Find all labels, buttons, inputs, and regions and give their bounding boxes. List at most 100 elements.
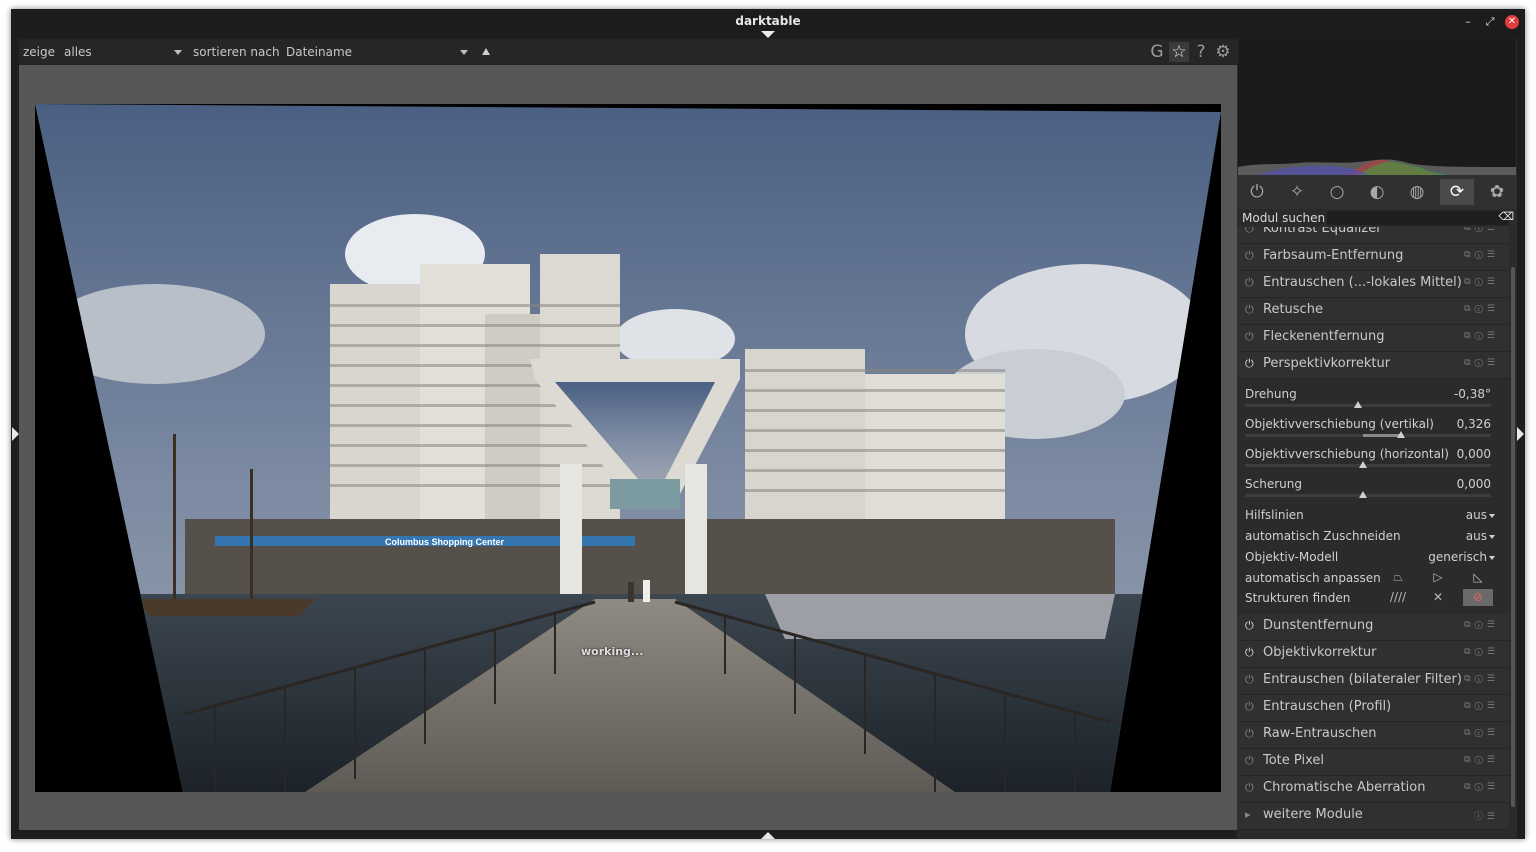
fit-both-icon[interactable]: ◺ (1463, 569, 1493, 586)
color-icon[interactable]: ◍ (1400, 179, 1434, 205)
module-actions-icon[interactable]: ⧉ⓘ☰ (1464, 227, 1499, 233)
module-perspektivkorrektur[interactable]: ⏻ Perspektivkorrektur ⧉ⓘ☰ (1237, 352, 1509, 379)
module-list-scrollbar[interactable] (1511, 267, 1515, 807)
maximize-icon[interactable]: ⤢ (1483, 15, 1497, 29)
power-icon[interactable]: ⏻ (1245, 227, 1254, 236)
module-entrauschen-bilateral[interactable]: ⏻ Entrauschen (bilateraler Filter) ⧉ⓘ☰ (1237, 668, 1509, 695)
darkroom-center-view[interactable]: Columbus Shopping Center working... (19, 65, 1237, 830)
more-actions-icon[interactable]: ⓘ☰ (1474, 809, 1499, 822)
lens-shift-horizontal-slider[interactable]: Objektivverschiebung (horizontal) 0,000 (1237, 445, 1509, 475)
filter-toolbar: zeige alles sortieren nach Dateiname G ☆… (19, 39, 1237, 65)
module-actions-icon[interactable]: ⧉ⓘ☰ (1464, 674, 1499, 684)
correct-icon[interactable]: ⟳ (1440, 179, 1474, 205)
star-icon[interactable]: ✧ (1280, 179, 1314, 205)
module-raw-entrauschen[interactable]: ⏻ Raw-Entrauschen ⧉ⓘ☰ (1237, 722, 1509, 749)
guides-select[interactable]: Hilfslinien aus (1237, 505, 1509, 526)
module-actions-icon[interactable]: ⧉ⓘ☰ (1464, 620, 1499, 630)
clear-search-icon[interactable]: ⌫ (1498, 210, 1514, 223)
chevron-down-icon[interactable] (1489, 556, 1495, 560)
edited-photo[interactable]: Columbus Shopping Center (35, 104, 1221, 792)
module-actions-icon[interactable]: ⧉ⓘ☰ (1464, 250, 1499, 260)
lens-model-select[interactable]: Objektiv-Modell generisch (1237, 547, 1509, 568)
chevron-down-icon[interactable] (1489, 514, 1495, 518)
fit-horizontal-icon[interactable]: ▷ (1423, 569, 1453, 586)
remove-structure-icon[interactable]: ✕ (1423, 589, 1453, 606)
chevron-down-icon[interactable] (460, 50, 468, 55)
expand-left-panel-icon[interactable] (12, 427, 19, 441)
power-icon[interactable]: ⏻ (1245, 276, 1254, 290)
more-modules[interactable]: ▸ weitere Module ⓘ☰ (1237, 803, 1509, 830)
module-retusche[interactable]: ⏻ Retusche ⧉ⓘ☰ (1237, 298, 1509, 325)
star-overlay-icon[interactable]: ☆ (1169, 42, 1189, 62)
power-icon[interactable]: ⏻ (1245, 619, 1254, 633)
tone-icon[interactable]: ◐ (1360, 179, 1394, 205)
collapse-top-panel-icon[interactable] (761, 31, 775, 38)
power-icon[interactable]: ⏻ (1245, 754, 1254, 768)
power-icon[interactable]: ⏻ (1245, 727, 1254, 741)
power-icon[interactable]: ⏻ (1245, 249, 1254, 263)
power-icon[interactable]: ⏻ (1245, 673, 1254, 687)
minimize-icon[interactable]: – (1461, 15, 1475, 29)
module-actions-icon[interactable]: ⧉ⓘ☰ (1464, 647, 1499, 657)
slider-track[interactable] (1245, 494, 1491, 497)
module-entrauschen-profil[interactable]: ⏻ Entrauschen (Profil) ⧉ⓘ☰ (1237, 695, 1509, 722)
module-actions-icon[interactable]: ⧉ⓘ☰ (1464, 358, 1499, 368)
combo-value: generisch (1428, 550, 1487, 564)
lens-shift-vertical-slider[interactable]: Objektivverschiebung (vertikal) 0,326 (1237, 415, 1509, 445)
collapse-bottom-panel-icon[interactable] (761, 832, 775, 839)
slider-marker[interactable] (1359, 461, 1367, 468)
circle-icon[interactable]: ○ (1320, 179, 1354, 205)
slider-marker[interactable] (1354, 401, 1362, 408)
slider-track[interactable] (1245, 464, 1491, 467)
module-tote-pixel[interactable]: ⏻ Tote Pixel ⧉ⓘ☰ (1237, 749, 1509, 776)
power-icon[interactable]: ⏻ (1245, 330, 1254, 344)
grouping-icon[interactable]: G (1147, 42, 1167, 62)
power-icon[interactable]: ⏻ (1245, 357, 1254, 371)
module-objektivkorrektur[interactable]: ⏻ Objektivkorrektur ⧉ⓘ☰ (1237, 641, 1509, 668)
search-input[interactable] (1327, 211, 1509, 225)
shear-slider[interactable]: Scherung 0,000 (1237, 475, 1509, 505)
module-fleckenentfernung[interactable]: ⏻ Fleckenentfernung ⧉ⓘ☰ (1237, 325, 1509, 352)
show-filter-select[interactable]: alles (64, 45, 92, 59)
power-icon[interactable]: ⏻ (1245, 303, 1254, 317)
slider-track[interactable] (1245, 404, 1491, 407)
power-icon[interactable]: ⏻ (1245, 781, 1254, 795)
slider-marker[interactable] (1397, 431, 1405, 438)
module-actions-icon[interactable]: ⧉ⓘ☰ (1464, 728, 1499, 738)
module-kontrast-equalizer[interactable]: ⏻ Kontrast Equalizer ⧉ⓘ☰ (1237, 227, 1509, 244)
histogram[interactable] (1238, 39, 1516, 175)
slider-marker[interactable] (1359, 491, 1367, 498)
module-chromatische-aberration[interactable]: ⏻ Chromatische Aberration ⧉ⓘ☰ (1237, 776, 1509, 803)
power-icon[interactable]: ⏻ (1240, 179, 1274, 205)
module-name: Tote Pixel (1263, 753, 1324, 768)
fit-vertical-icon[interactable]: ⏢ (1383, 569, 1413, 586)
collapse-right-panel-icon[interactable] (1517, 427, 1524, 441)
module-actions-icon[interactable]: ⧉ⓘ☰ (1464, 331, 1499, 341)
get-structure-icon[interactable]: //// (1383, 589, 1413, 606)
slider-label: Drehung (1245, 387, 1297, 401)
module-farbsaum[interactable]: ⏻ Farbsaum-Entfernung ⧉ⓘ☰ (1237, 244, 1509, 271)
close-icon[interactable]: ✕ (1505, 15, 1519, 29)
module-actions-icon[interactable]: ⧉ⓘ☰ (1464, 701, 1499, 711)
show-label: zeige (23, 45, 56, 59)
module-actions-icon[interactable]: ⧉ⓘ☰ (1464, 304, 1499, 314)
gear-icon[interactable]: ⚙ (1213, 42, 1233, 62)
chevron-down-icon[interactable] (174, 50, 182, 55)
power-icon[interactable]: ⏻ (1245, 700, 1254, 714)
power-icon[interactable]: ⏻ (1245, 646, 1254, 660)
module-dunstentfernung[interactable]: ⏻ Dunstentfernung ⧉ⓘ☰ (1237, 614, 1509, 641)
autocrop-select[interactable]: automatisch Zuschneiden aus (1237, 526, 1509, 547)
chevron-down-icon[interactable] (1489, 535, 1495, 539)
hide-structure-icon[interactable]: ⊘ (1463, 589, 1493, 606)
module-actions-icon[interactable]: ⧉ⓘ☰ (1464, 755, 1499, 765)
rotation-slider[interactable]: Drehung -0,38° (1237, 385, 1509, 415)
expand-triangle-icon[interactable]: ▸ (1245, 808, 1251, 821)
effect-icon[interactable]: ✿ (1480, 179, 1514, 205)
help-icon[interactable]: ? (1191, 42, 1211, 62)
sort-order-icon[interactable] (482, 48, 490, 55)
module-entrauschen-nlm[interactable]: ⏻ Entrauschen (...-lokales Mittel) ⧉ⓘ☰ (1237, 271, 1509, 298)
slider-track[interactable] (1245, 434, 1491, 437)
module-actions-icon[interactable]: ⧉ⓘ☰ (1464, 782, 1499, 792)
module-actions-icon[interactable]: ⧉ⓘ☰ (1464, 277, 1499, 287)
sort-select[interactable]: Dateiname (286, 45, 352, 59)
